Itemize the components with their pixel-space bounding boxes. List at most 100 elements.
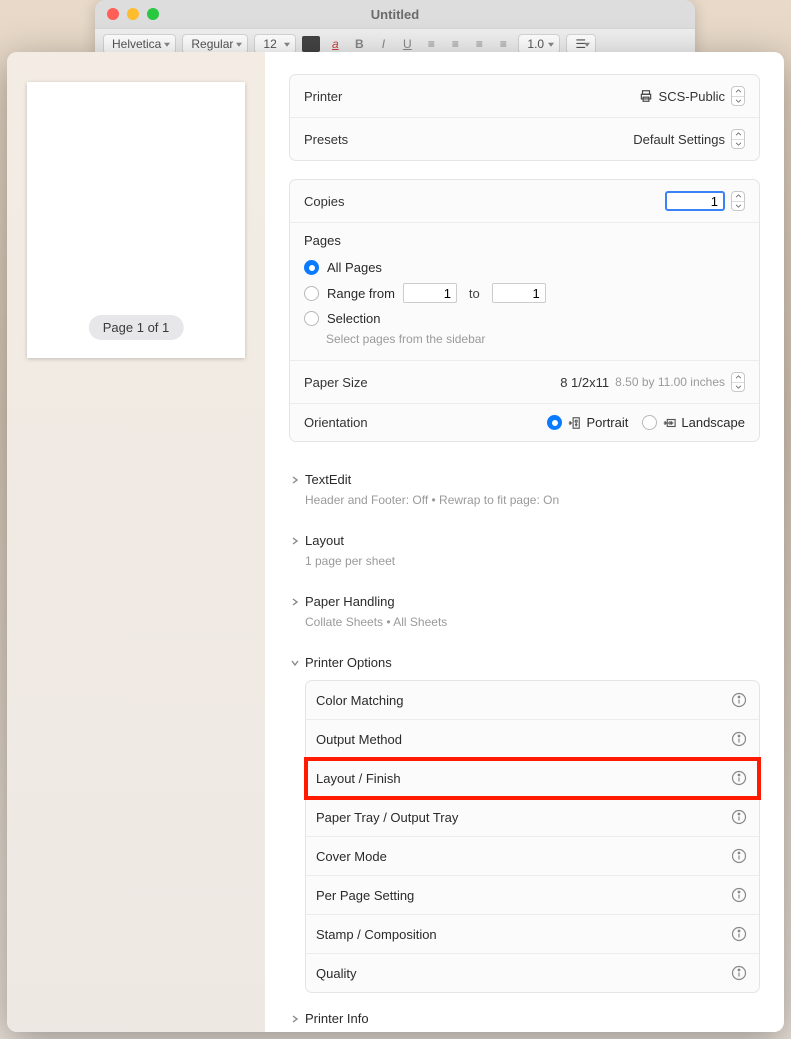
option-stamp-composition[interactable]: Stamp / Composition bbox=[306, 915, 759, 954]
text-color-icon[interactable]: a bbox=[326, 37, 344, 51]
text-color-swatch[interactable] bbox=[302, 36, 320, 52]
option-output-method-label: Output Method bbox=[316, 732, 402, 747]
printer-label: Printer bbox=[304, 89, 342, 104]
list-style-select[interactable]: ☰ bbox=[566, 34, 596, 54]
info-icon[interactable] bbox=[731, 848, 747, 864]
section-layout-title: Layout bbox=[305, 533, 344, 548]
print-preview-pane: Page 1 of 1 bbox=[7, 52, 265, 1032]
info-icon[interactable] bbox=[731, 770, 747, 786]
option-color-matching[interactable]: Color Matching bbox=[306, 681, 759, 720]
italic-icon[interactable]: I bbox=[374, 37, 392, 51]
orientation-landscape-label: Landscape bbox=[681, 415, 745, 430]
page-setup-group: Copies Pages All Pages Range fr bbox=[289, 179, 760, 442]
pages-title: Pages bbox=[304, 233, 745, 248]
option-cover-mode-label: Cover Mode bbox=[316, 849, 387, 864]
window-title: Untitled bbox=[95, 7, 695, 22]
paper-size-label: Paper Size bbox=[304, 375, 368, 390]
pages-all-label: All Pages bbox=[327, 260, 382, 275]
bold-icon[interactable]: B bbox=[350, 37, 368, 51]
section-printer-info[interactable]: Printer Info bbox=[289, 999, 760, 1032]
orientation-portrait-label: Portrait bbox=[586, 415, 628, 430]
range-to-input[interactable] bbox=[492, 283, 546, 303]
info-icon[interactable] bbox=[731, 887, 747, 903]
info-icon[interactable] bbox=[731, 809, 747, 825]
range-from-input[interactable] bbox=[403, 283, 457, 303]
align-right-icon[interactable]: ≡ bbox=[470, 37, 488, 51]
range-to-label: to bbox=[469, 286, 480, 301]
pages-range-radio[interactable] bbox=[304, 286, 319, 301]
printer-row[interactable]: Printer SCS-Public bbox=[290, 75, 759, 118]
pages-selection-row[interactable]: Selection bbox=[304, 307, 745, 330]
line-spacing-select[interactable]: 1.0 bbox=[518, 34, 560, 54]
font-size-select[interactable]: 12 bbox=[254, 34, 296, 54]
section-layout-sub: 1 page per sheet bbox=[305, 554, 760, 568]
section-paper-handling-sub: Collate Sheets • All Sheets bbox=[305, 615, 760, 629]
textedit-window: Untitled Helvetica Regular 12 a B I U ≡ … bbox=[95, 0, 695, 60]
pages-selection-label: Selection bbox=[327, 311, 380, 326]
page-indicator: Page 1 of 1 bbox=[89, 315, 184, 340]
pages-all-radio[interactable] bbox=[304, 260, 319, 275]
section-paper-handling-title: Paper Handling bbox=[305, 594, 395, 609]
section-printer-options[interactable]: Printer Options Color Matching Output Me… bbox=[289, 643, 760, 999]
align-justify-icon[interactable]: ≡ bbox=[494, 37, 512, 51]
presets-label: Presets bbox=[304, 132, 348, 147]
option-layout-finish[interactable]: Layout / Finish bbox=[306, 759, 759, 798]
paper-size-stepper-icon[interactable] bbox=[731, 372, 745, 392]
print-dialog: Page 1 of 1 Printer SCS-Public Presets bbox=[7, 52, 784, 1032]
section-printer-info-title: Printer Info bbox=[305, 1011, 369, 1026]
titlebar: Untitled bbox=[95, 0, 695, 28]
option-paper-tray[interactable]: Paper Tray / Output Tray bbox=[306, 798, 759, 837]
section-textedit[interactable]: TextEdit Header and Footer: Off • Rewrap… bbox=[289, 460, 760, 521]
copies-input[interactable] bbox=[665, 191, 725, 211]
orientation-portrait-radio[interactable] bbox=[547, 415, 562, 430]
option-per-page-setting-label: Per Page Setting bbox=[316, 888, 414, 903]
section-layout[interactable]: Layout 1 page per sheet bbox=[289, 521, 760, 582]
chevron-right-icon bbox=[291, 598, 299, 606]
option-color-matching-label: Color Matching bbox=[316, 693, 403, 708]
pages-all-row[interactable]: All Pages bbox=[304, 256, 745, 279]
pages-range-label: Range from bbox=[327, 286, 395, 301]
option-output-method[interactable]: Output Method bbox=[306, 720, 759, 759]
option-quality[interactable]: Quality bbox=[306, 954, 759, 992]
align-center-icon[interactable]: ≡ bbox=[446, 37, 464, 51]
copies-stepper[interactable] bbox=[731, 191, 745, 211]
info-icon[interactable] bbox=[731, 731, 747, 747]
orientation-landscape-radio[interactable] bbox=[642, 415, 657, 430]
chevron-down-icon bbox=[291, 659, 299, 667]
orientation-landscape-option[interactable]: Landscape bbox=[642, 415, 745, 430]
pages-selection-radio[interactable] bbox=[304, 311, 319, 326]
printer-stepper-icon[interactable] bbox=[731, 86, 745, 106]
font-weight-select[interactable]: Regular bbox=[182, 34, 248, 54]
portrait-icon bbox=[567, 416, 581, 430]
landscape-icon bbox=[662, 416, 676, 430]
chevron-right-icon bbox=[291, 476, 299, 484]
orientation-row: Orientation Portrait Landscape bbox=[290, 404, 759, 441]
chevron-right-icon bbox=[291, 1015, 299, 1023]
pages-block: Pages All Pages Range from to Selection … bbox=[290, 223, 759, 361]
preview-page[interactable]: Page 1 of 1 bbox=[27, 82, 245, 358]
presets-stepper-icon[interactable] bbox=[731, 129, 745, 149]
info-icon[interactable] bbox=[731, 926, 747, 942]
section-paper-handling[interactable]: Paper Handling Collate Sheets • All Shee… bbox=[289, 582, 760, 643]
copies-label: Copies bbox=[304, 194, 344, 209]
underline-icon[interactable]: U bbox=[398, 37, 416, 51]
info-icon[interactable] bbox=[731, 692, 747, 708]
option-per-page-setting[interactable]: Per Page Setting bbox=[306, 876, 759, 915]
orientation-portrait-option[interactable]: Portrait bbox=[547, 415, 628, 430]
presets-row[interactable]: Presets Default Settings bbox=[290, 118, 759, 160]
info-icon[interactable] bbox=[731, 965, 747, 981]
print-settings-pane: Printer SCS-Public Presets Default Setti… bbox=[265, 52, 784, 1032]
option-stamp-composition-label: Stamp / Composition bbox=[316, 927, 437, 942]
align-left-icon[interactable]: ≡ bbox=[422, 37, 440, 51]
font-family-select[interactable]: Helvetica bbox=[103, 34, 176, 54]
copies-row: Copies bbox=[290, 180, 759, 223]
printer-value: SCS-Public bbox=[659, 89, 725, 104]
section-textedit-sub: Header and Footer: Off • Rewrap to fit p… bbox=[305, 493, 760, 507]
option-quality-label: Quality bbox=[316, 966, 356, 981]
option-cover-mode[interactable]: Cover Mode bbox=[306, 837, 759, 876]
paper-size-dimensions: 8.50 by 11.00 inches bbox=[615, 375, 725, 389]
pages-range-row[interactable]: Range from to bbox=[304, 279, 745, 307]
paper-size-row[interactable]: Paper Size 8 1/2x11 8.50 by 11.00 inches bbox=[290, 361, 759, 404]
option-layout-finish-label: Layout / Finish bbox=[316, 771, 401, 786]
option-paper-tray-label: Paper Tray / Output Tray bbox=[316, 810, 458, 825]
